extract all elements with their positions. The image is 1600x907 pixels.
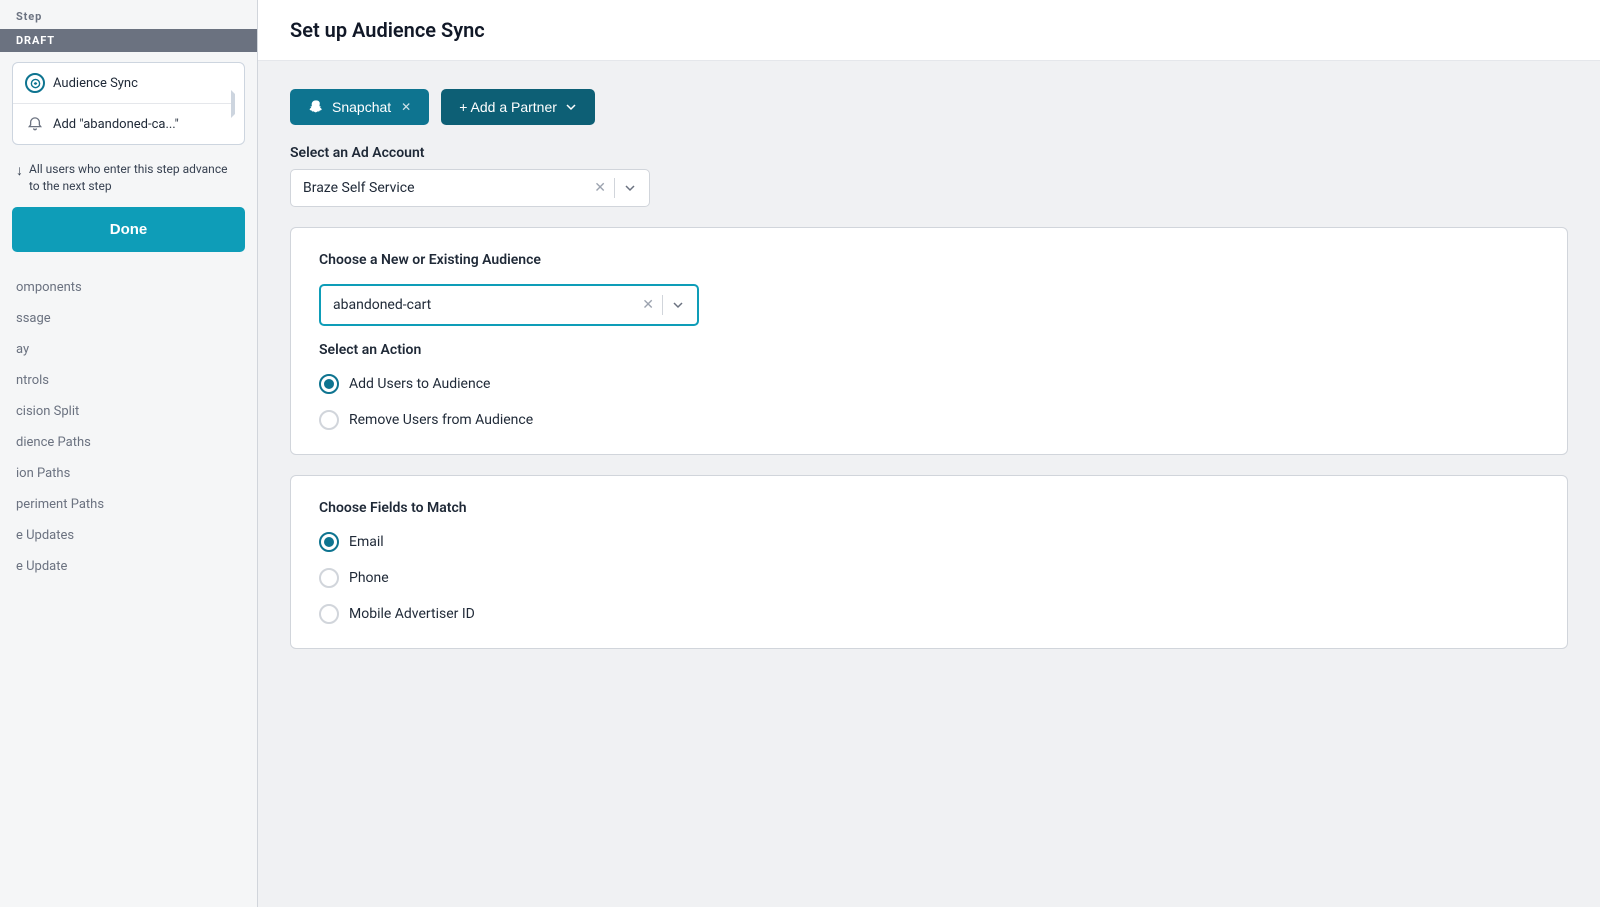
- partner-row: Snapchat ✕ + Add a Partner: [290, 89, 1568, 125]
- page-title: Set up Audience Sync: [290, 18, 1568, 42]
- add-audience-label: Add "abandoned-ca...": [53, 117, 179, 132]
- sidebar-nav-item-controls[interactable]: ntrols: [0, 365, 257, 396]
- radio-mobile-indicator: [319, 604, 339, 624]
- main-content: Set up Audience Sync Snapchat ✕ + Add a …: [258, 0, 1600, 907]
- snapchat-icon: [308, 99, 324, 115]
- sidebar-info: ↓ All users who enter this step advance …: [0, 153, 257, 207]
- sidebar-card-item-add-audience[interactable]: Add "abandoned-ca...": [13, 104, 244, 144]
- radio-remove-users[interactable]: Remove Users from Audience: [319, 410, 1539, 430]
- sidebar: Step DRAFT Audience Sync Add "abandoned-…: [0, 0, 258, 907]
- ad-account-controls: ✕: [594, 178, 637, 198]
- ad-account-select[interactable]: Braze Self Service ✕: [290, 169, 650, 207]
- draft-badge: DRAFT: [0, 29, 257, 52]
- radio-add-users[interactable]: Add Users to Audience: [319, 374, 1539, 394]
- add-users-label: Add Users to Audience: [349, 376, 490, 392]
- sidebar-nav-item-audience-paths[interactable]: dience Paths: [0, 427, 257, 458]
- radio-add-users-dot: [324, 379, 334, 389]
- sidebar-card: Audience Sync Add "abandoned-ca...": [12, 62, 245, 145]
- chevron-down-icon: [623, 181, 637, 195]
- sidebar-nav-item-decision-split[interactable]: cision Split: [0, 396, 257, 427]
- audience-select-controls: ✕: [642, 295, 685, 315]
- chevron-right-inner: [235, 92, 245, 116]
- radio-email-dot: [324, 537, 334, 547]
- snapchat-button[interactable]: Snapchat ✕: [290, 89, 429, 125]
- choose-fields-label: Choose Fields to Match: [319, 500, 1539, 516]
- sidebar-nav-item-message[interactable]: ssage: [0, 303, 257, 334]
- arrow-down-icon: ↓: [16, 162, 23, 182]
- ad-account-section: Select an Ad Account Braze Self Service …: [290, 145, 1568, 207]
- sidebar-nav-item-updates[interactable]: e Updates: [0, 520, 257, 551]
- email-label: Email: [349, 534, 384, 550]
- choose-audience-label: Choose a New or Existing Audience: [319, 252, 1539, 268]
- sidebar-nav-item-components[interactable]: omponents: [0, 272, 257, 303]
- audience-sync-label: Audience Sync: [53, 76, 138, 91]
- remove-users-label: Remove Users from Audience: [349, 412, 533, 428]
- sidebar-nav-item-update[interactable]: e Update: [0, 551, 257, 582]
- radio-add-users-indicator: [319, 374, 339, 394]
- sidebar-nav-item-day[interactable]: ay: [0, 334, 257, 365]
- audience-sync-icon: [25, 73, 45, 93]
- radio-phone[interactable]: Phone: [319, 568, 1539, 588]
- ad-account-clear-icon[interactable]: ✕: [594, 180, 606, 196]
- snapchat-close-icon[interactable]: ✕: [401, 100, 411, 114]
- audience-action-panel: Choose a New or Existing Audience abando…: [290, 227, 1568, 455]
- add-partner-label: + Add a Partner: [459, 99, 557, 115]
- step-label: Step: [0, 0, 257, 29]
- snapchat-label: Snapchat: [332, 99, 391, 115]
- radio-remove-users-indicator: [319, 410, 339, 430]
- chevron-down-icon: [565, 101, 577, 113]
- select-divider: [614, 178, 615, 198]
- audience-select[interactable]: abandoned-cart ✕: [319, 284, 699, 326]
- sidebar-nav-item-experiment-paths[interactable]: periment Paths: [0, 489, 257, 520]
- radio-mobile-advertiser[interactable]: Mobile Advertiser ID: [319, 604, 1539, 624]
- bell-icon: [25, 114, 45, 134]
- done-button[interactable]: Done: [12, 207, 245, 252]
- audience-clear-icon[interactable]: ✕: [642, 297, 654, 313]
- fields-panel: Choose Fields to Match Email Phone Mobil…: [290, 475, 1568, 649]
- audience-divider: [662, 295, 663, 315]
- radio-phone-indicator: [319, 568, 339, 588]
- sidebar-nav: omponents ssage ay ntrols cision Split d…: [0, 264, 257, 907]
- mobile-advertiser-label: Mobile Advertiser ID: [349, 606, 475, 622]
- phone-label: Phone: [349, 570, 389, 586]
- sidebar-info-text: All users who enter this step advance to…: [29, 161, 241, 195]
- audience-chevron-icon: [671, 298, 685, 312]
- ad-account-value: Braze Self Service: [303, 180, 415, 196]
- ad-account-label: Select an Ad Account: [290, 145, 1568, 161]
- radio-email[interactable]: Email: [319, 532, 1539, 552]
- select-action-label: Select an Action: [319, 342, 1539, 358]
- sidebar-nav-item-action-paths[interactable]: ion Paths: [0, 458, 257, 489]
- radio-email-indicator: [319, 532, 339, 552]
- main-header: Set up Audience Sync: [258, 0, 1600, 61]
- audience-value: abandoned-cart: [333, 297, 431, 313]
- add-partner-button[interactable]: + Add a Partner: [441, 89, 595, 125]
- sidebar-card-item-audience-sync[interactable]: Audience Sync: [13, 63, 244, 104]
- main-body: Snapchat ✕ + Add a Partner Select an Ad …: [258, 61, 1600, 677]
